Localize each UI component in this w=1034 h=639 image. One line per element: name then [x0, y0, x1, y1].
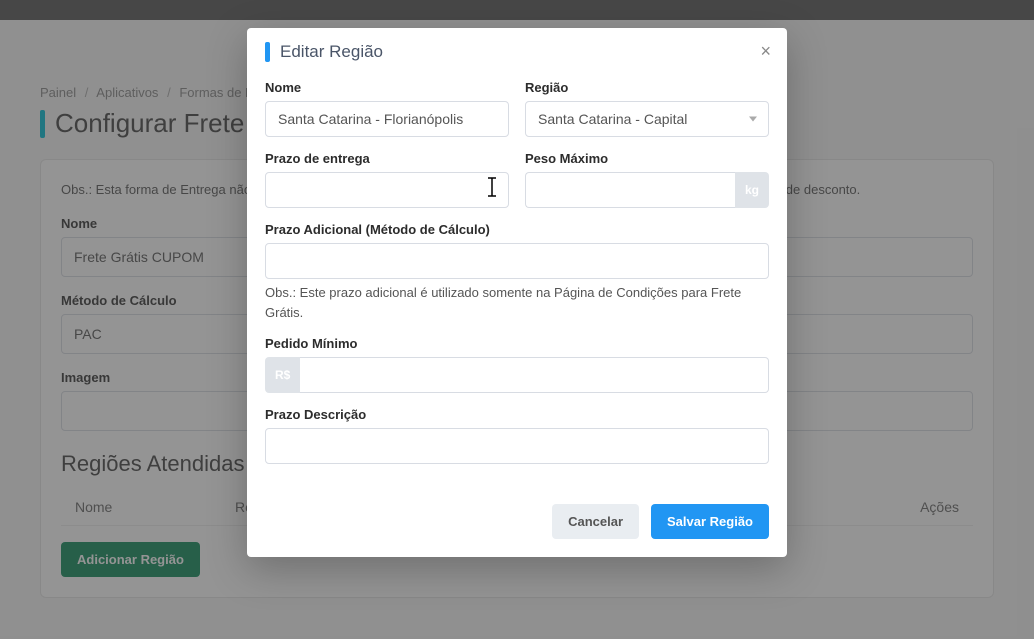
close-icon[interactable]: ×: [760, 42, 771, 60]
prazo-adicional-input[interactable]: [265, 243, 769, 279]
modal-body: Nome Região Santa Catarina - Capital Pra…: [247, 76, 787, 488]
pedido-minimo-label: Pedido Mínimo: [265, 336, 769, 351]
modal-title: Editar Região: [280, 42, 383, 62]
modal-regiao-label: Região: [525, 80, 769, 95]
prazo-adicional-help: Obs.: Este prazo adicional é utilizado s…: [265, 283, 769, 322]
prazo-descricao-label: Prazo Descrição: [265, 407, 769, 422]
salvar-regiao-button[interactable]: Salvar Região: [651, 504, 769, 539]
prazo-entrega-label: Prazo de entrega: [265, 151, 509, 166]
modal-title-accent: [265, 42, 270, 62]
pedido-minimo-input[interactable]: [300, 357, 769, 393]
prazo-entrega-input[interactable]: [265, 172, 509, 208]
kg-suffix: kg: [735, 172, 769, 208]
modal-header: Editar Região ×: [247, 28, 787, 76]
peso-maximo-label: Peso Máximo: [525, 151, 769, 166]
cancel-button[interactable]: Cancelar: [552, 504, 639, 539]
prazo-descricao-input[interactable]: [265, 428, 769, 464]
modal-nome-input[interactable]: [265, 101, 509, 137]
modal-footer: Cancelar Salvar Região: [247, 488, 787, 557]
currency-prefix: R$: [265, 357, 300, 393]
modal-nome-label: Nome: [265, 80, 509, 95]
editar-regiao-modal: Editar Região × Nome Região Santa Catari…: [247, 28, 787, 557]
peso-maximo-input[interactable]: [525, 172, 735, 208]
modal-regiao-select[interactable]: Santa Catarina - Capital: [525, 101, 769, 137]
modal-overlay[interactable]: Editar Região × Nome Região Santa Catari…: [0, 0, 1034, 639]
prazo-adicional-label: Prazo Adicional (Método de Cálculo): [265, 222, 769, 237]
